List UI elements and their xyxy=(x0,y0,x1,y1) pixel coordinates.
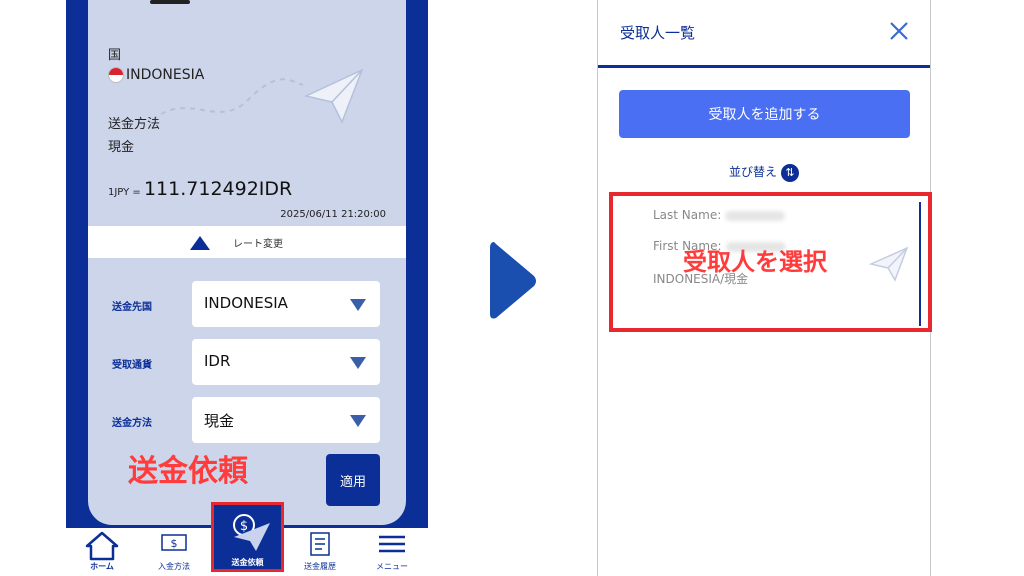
send-request-screen: 国 INDONESIA 送金方法 現金 1JPY = 111.712492IDR… xyxy=(66,0,428,576)
nav-menu-label: メニュー xyxy=(376,562,408,571)
paper-plane-decoration-icon xyxy=(304,68,364,124)
nav-home-label: ホーム xyxy=(90,562,114,571)
menu-icon xyxy=(379,535,405,553)
method-value: 現金 xyxy=(108,140,135,155)
add-recipient-button[interactable]: 受取人を追加する xyxy=(619,90,910,138)
card-edge xyxy=(919,202,921,326)
currency-label: 受取通貨 xyxy=(112,360,152,371)
sort-icon: ⇅ xyxy=(781,163,799,182)
method-label: 送金方法 xyxy=(108,117,161,132)
rate-value: 111.712492IDR xyxy=(143,178,293,200)
history-icon xyxy=(310,532,330,556)
next-step-arrow-icon xyxy=(490,242,536,319)
chevron-down-icon xyxy=(350,299,366,311)
redacted-last-name xyxy=(725,210,786,221)
chevron-down-icon xyxy=(350,357,366,369)
triangle-up-icon xyxy=(190,236,210,250)
destination-select[interactable]: INDONESIA xyxy=(192,281,380,327)
nav-history[interactable]: 送金履歴 xyxy=(284,528,356,576)
nav-menu[interactable]: メニュー xyxy=(356,528,428,576)
last-name-label: Last Name: xyxy=(653,208,722,222)
rate-change-label: レート変更 xyxy=(233,239,283,250)
rate-prefix: 1JPY = xyxy=(108,187,144,198)
apply-button[interactable]: 適用 xyxy=(326,454,380,506)
remittance-card: 国 INDONESIA 送金方法 現金 1JPY = 111.712492IDR… xyxy=(88,0,406,525)
currency-value: IDR xyxy=(204,352,231,370)
home-icon xyxy=(85,531,119,561)
recipient-item[interactable]: Last Name: First Name: INDONESIA/現金 受取人を… xyxy=(609,192,932,332)
sort-label: 並び替え xyxy=(728,165,777,179)
sort-button[interactable]: 並び替え ⇅ xyxy=(598,163,930,182)
chevron-down-icon xyxy=(350,415,366,427)
rate-timestamp: 2025/06/11 21:20:00 xyxy=(280,209,386,220)
destination-value: INDONESIA xyxy=(204,294,288,312)
rate-change-toggle[interactable]: レート変更 xyxy=(88,226,406,258)
close-icon[interactable] xyxy=(888,20,910,42)
select-recipient-annotation: 受取人を選択 xyxy=(683,248,827,276)
send-icon: $ xyxy=(233,514,270,551)
nav-deposit[interactable]: $ 入金方法 xyxy=(138,528,210,576)
nav-send-label: 送金依頼 xyxy=(231,558,264,567)
country-value: INDONESIA xyxy=(126,67,205,83)
send-request-annotation: 送金依頼 xyxy=(128,454,248,489)
header-divider xyxy=(598,65,930,68)
header-fragment xyxy=(150,0,190,4)
indonesia-flag-icon xyxy=(108,67,124,83)
paper-plane-icon xyxy=(869,246,909,282)
nav-home[interactable]: ホーム xyxy=(66,528,138,576)
destination-label: 送金先国 xyxy=(112,302,152,313)
nav-send-request[interactable]: $ 送金依頼 xyxy=(211,502,284,572)
svg-text:$: $ xyxy=(171,537,178,550)
currency-select[interactable]: IDR xyxy=(192,339,380,385)
country-label: 国 xyxy=(108,48,122,63)
page-title: 受取人一覧 xyxy=(620,24,696,42)
deposit-icon: $ xyxy=(161,534,187,551)
method-select-value: 現金 xyxy=(204,412,235,430)
nav-deposit-label: 入金方法 xyxy=(158,562,190,571)
exchange-rate: 1JPY = 111.712492IDR xyxy=(108,178,292,200)
form-method-label: 送金方法 xyxy=(112,418,152,429)
nav-history-label: 送金履歴 xyxy=(304,562,336,571)
svg-text:$: $ xyxy=(240,519,248,534)
method-select[interactable]: 現金 xyxy=(192,397,380,443)
recipient-list-screen: 受取人一覧 受取人を追加する 並び替え ⇅ Last Name: First Na… xyxy=(597,0,932,576)
last-name-row: Last Name: xyxy=(653,208,786,222)
